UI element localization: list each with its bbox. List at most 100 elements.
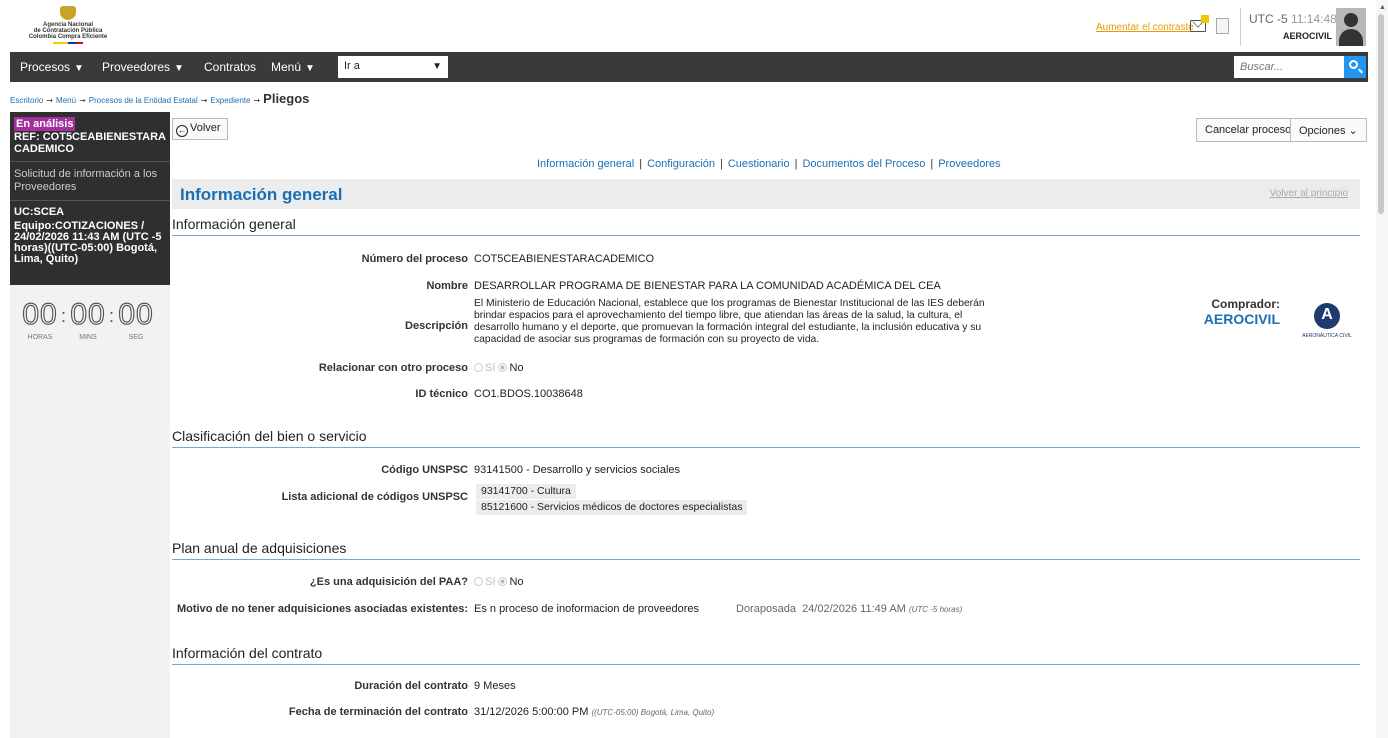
divider (10, 200, 170, 201)
subsection-contract: Información del contrato (172, 645, 1360, 665)
radio-no-label: No (509, 576, 524, 588)
clock: UTC -5 11:14:48 (1249, 12, 1337, 26)
radio-si[interactable] (474, 363, 483, 372)
options-button[interactable]: Opciones ⌄ (1290, 118, 1367, 142)
section-tabs: Información general | Configuración | Cuesti… (537, 158, 1001, 170)
contract-duration-label: Duración del contrato (354, 680, 468, 692)
contract-end-label: Fecha de terminación del contrato (288, 706, 468, 718)
paa-author: Doraposada (736, 603, 796, 615)
unspsc-code-label: Código UNSPSC (381, 464, 468, 476)
search-button[interactable] (1344, 56, 1366, 78)
aerocivil-logo-icon (1314, 303, 1340, 329)
nav-label: Procesos (20, 60, 71, 74)
tab-separator: | (794, 158, 798, 170)
tab-cuestionario[interactable]: Cuestionario (728, 158, 790, 170)
breadcrumb-expediente[interactable]: Expediente (210, 96, 250, 105)
contract-duration: 9 Meses (474, 680, 516, 692)
subsection-classification: Clasificación del bien o servicio (172, 428, 1360, 448)
status-badge: En análisis (14, 117, 76, 131)
arrow-right-icon: ➞ (79, 96, 86, 105)
timer-value: 00 (118, 298, 154, 331)
tab-configuracion[interactable]: Configuración (647, 158, 715, 170)
paa-date: 24/02/2026 11:49 AM (802, 603, 906, 615)
avatar[interactable] (1336, 8, 1366, 46)
page-scrollbar[interactable]: ▲ (1376, 0, 1388, 738)
caret-down-icon: ▼ (174, 63, 184, 74)
radio-no[interactable] (498, 577, 508, 586)
timer-separator: : (61, 306, 67, 326)
arrow-right-icon: ➞ (253, 96, 261, 105)
radio-no[interactable] (498, 363, 508, 372)
radio-no-label: No (509, 362, 524, 374)
buyer-name: AEROCIVIL (1203, 311, 1280, 327)
nav-contratos[interactable]: Contratos (204, 60, 256, 74)
scroll-thumb[interactable] (1378, 14, 1384, 214)
paa-question-label: ¿Es una adquisición del PAA? (309, 576, 468, 588)
nav-menu[interactable]: Menú ▼ (271, 60, 315, 74)
tab-informacion-general[interactable]: Información general (537, 158, 634, 170)
mail-icon[interactable] (1190, 15, 1209, 32)
user-box: UTC -5 11:14:48 AEROCIVIL (1240, 8, 1338, 46)
nav-label: Menú (271, 60, 302, 74)
nav-proveedores[interactable]: Proveedores ▼ (102, 60, 184, 74)
name-label: Nombre (426, 280, 468, 292)
paa-radio: Sí No (474, 576, 524, 588)
unspsc-list-label: Lista adicional de códigos UNSPSC (281, 491, 468, 503)
scroll-up-icon[interactable]: ▲ (1379, 4, 1386, 11)
timer-hours: 00 HORAS (20, 298, 60, 341)
chevron-down-icon: ⌄ (1348, 125, 1358, 137)
goto-label: Ir a (344, 60, 360, 72)
search-icon (1349, 60, 1358, 69)
contract-end-value: 31/12/2026 5:00:00 PM (474, 706, 589, 718)
paa-reason-label: Motivo de no tener adquisiciones asociad… (177, 603, 468, 615)
buyer-logo: AERONÁUTICA CIVIL (1292, 303, 1362, 353)
buyer-logo-text: AERONÁUTICA CIVIL (1302, 333, 1352, 339)
timer-minutes: 00 MINS (68, 298, 108, 341)
document-icon[interactable] (1216, 18, 1229, 34)
subsection-general: Información general (172, 216, 1360, 236)
back-to-top-link[interactable]: Volver al principio (1270, 188, 1348, 199)
process-number: COT5CEABIENESTARACADEMICO (474, 253, 655, 265)
breadcrumb-escritorio[interactable]: Escritorio (10, 96, 43, 105)
tab-proveedores[interactable]: Proveedores (938, 158, 1000, 170)
timer-value: 00 (70, 298, 106, 331)
process-sidebar: En análisis REF: COT5CEABIENESTARACADEMI… (10, 112, 170, 738)
agency-logo[interactable]: Agencia Nacional de Contratación Pública… (18, 6, 118, 46)
contract-end-tz: ((UTC-05:00) Bogotá, Lima, Quito) (591, 708, 715, 717)
status-box: En análisis REF: COT5CEABIENESTARACADEMI… (10, 112, 170, 285)
related-process-radio: Sí No (474, 362, 524, 374)
utc-label: UTC -5 (1249, 12, 1288, 26)
nav-label: Proveedores (102, 60, 171, 74)
user-name[interactable]: AEROCIVIL (1283, 31, 1332, 41)
search-input[interactable] (1234, 56, 1344, 78)
increase-contrast-link[interactable]: Aumentar el contraste (1096, 22, 1194, 33)
radio-si[interactable] (474, 577, 483, 586)
goto-select[interactable]: Ir a ▼ (338, 56, 448, 78)
options-label: Opciones (1299, 125, 1346, 137)
section-header: Información general Volver al principio (172, 179, 1360, 209)
timer-label: SEG (128, 334, 144, 341)
nav-procesos[interactable]: Procesos ▼ (20, 60, 84, 74)
arrow-right-icon: ➞ (200, 96, 208, 105)
description-label: Descripción (405, 320, 468, 332)
flag-stripe (53, 42, 83, 44)
team-info: Equipo:COTIZACIONES / 24/02/2026 11:43 A… (14, 220, 162, 265)
breadcrumb-current: Pliegos (263, 91, 310, 106)
breadcrumb-menu[interactable]: Menú (56, 96, 76, 105)
tab-separator: | (639, 158, 643, 170)
timer-value: 00 (22, 298, 58, 331)
process-name: DESARROLLAR PROGRAMA DE BIENESTAR PARA L… (474, 280, 941, 292)
tab-documentos[interactable]: Documentos del Proceso (802, 158, 925, 170)
cancel-process-button[interactable]: Cancelar proceso (1196, 118, 1301, 142)
buyer-label: Comprador: (1211, 297, 1280, 311)
related-process-label: Relacionar con otro proceso (318, 362, 468, 374)
timer-label: HORAS (27, 334, 53, 341)
back-button[interactable]: ← Volver (172, 118, 228, 140)
caret-down-icon: ▼ (432, 61, 442, 72)
arrow-right-icon: ➞ (46, 96, 54, 105)
paa-tz: (UTC -5 horas) (908, 605, 963, 614)
breadcrumb-procesos[interactable]: Procesos de la Entidad Estatal (89, 96, 198, 105)
unspsc-code: 93141500 - Desarrollo y servicios social… (474, 464, 681, 476)
nav-label: Contratos (204, 60, 257, 74)
process-ref: REF: COT5CEABIENESTARACADEMICO (14, 131, 166, 155)
